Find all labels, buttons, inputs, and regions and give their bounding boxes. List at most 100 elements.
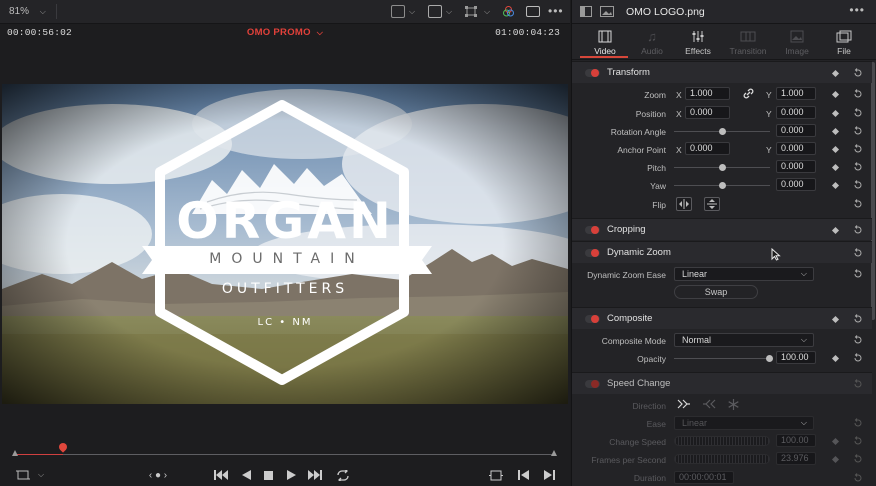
chevron-down-icon[interactable]: ⌵ <box>484 5 490 19</box>
color-wheel-icon[interactable] <box>502 5 515 18</box>
rotation-angle-field[interactable]: 0.000 <box>776 124 816 137</box>
yaw-slider-knob[interactable] <box>719 182 726 189</box>
more-options-icon[interactable]: ••• <box>849 3 865 17</box>
more-options-icon[interactable]: ••• <box>548 4 564 18</box>
duration-field[interactable]: 00:00:00:01 <box>674 471 734 484</box>
zoom-level-dropdown[interactable]: 81% ⌵ <box>9 5 46 19</box>
opacity-slider-knob[interactable] <box>766 355 773 362</box>
keyframe-diamond-icon[interactable] <box>831 163 840 172</box>
scrubber-track[interactable] <box>14 454 554 455</box>
reset-icon[interactable] <box>853 126 863 136</box>
freeze-frame-icon[interactable] <box>728 399 739 412</box>
rotation-slider-knob[interactable] <box>719 128 726 135</box>
fullscreen-icon[interactable] <box>526 6 540 17</box>
pitch-slider-knob[interactable] <box>719 164 726 171</box>
monitor-output-icon[interactable] <box>428 5 442 18</box>
reset-icon[interactable] <box>853 269 863 279</box>
jog-control[interactable]: ‹ ● › <box>140 467 176 483</box>
tab-effects[interactable]: Effects <box>673 27 723 59</box>
keyframe-diamond-icon[interactable] <box>831 455 840 464</box>
reset-icon[interactable] <box>853 108 863 118</box>
speed-change-section-header[interactable]: Speed Change <box>572 372 872 394</box>
anchor-y-field[interactable]: 0.000 <box>776 142 816 155</box>
timeline-name-dropdown[interactable]: OMO PROMO ⌵ <box>0 27 570 38</box>
speed-ease-dropdown[interactable]: Linear ⌵ <box>674 416 814 430</box>
match-frame-icon[interactable] <box>487 467 505 483</box>
yaw-field[interactable]: 0.000 <box>776 178 816 191</box>
tab-video[interactable]: Video <box>580 27 630 59</box>
transform-section-header[interactable]: Transform <box>572 61 872 83</box>
chevron-down-icon[interactable]: ⌵ <box>36 467 46 483</box>
flip-vertical-button[interactable] <box>704 197 720 211</box>
cropping-section-header[interactable]: Cropping <box>572 218 872 240</box>
play-icon[interactable] <box>283 467 299 483</box>
link-icon[interactable] <box>743 88 754 101</box>
composite-mode-dropdown[interactable]: Normal ⌵ <box>674 333 814 347</box>
change-speed-dial[interactable] <box>674 436 770 446</box>
inspector-scrollbar[interactable] <box>871 62 875 320</box>
keyframe-diamond-icon[interactable] <box>831 69 840 78</box>
playhead-marker[interactable] <box>56 441 69 453</box>
composite-section-header[interactable]: Composite <box>572 307 872 329</box>
keyframe-diamond-icon[interactable] <box>831 181 840 190</box>
chevron-down-icon[interactable]: ⌵ <box>409 5 415 19</box>
speed-change-enable-toggle[interactable] <box>585 380 600 388</box>
reset-icon[interactable] <box>853 314 863 324</box>
reset-icon[interactable] <box>853 180 863 190</box>
skip-to-end-icon[interactable] <box>306 467 324 483</box>
reset-icon[interactable] <box>853 418 863 428</box>
frames-per-second-field[interactable]: 23.976 <box>776 452 816 465</box>
keyframe-diamond-icon[interactable] <box>831 127 840 136</box>
out-point-marker[interactable] <box>551 450 557 456</box>
transform-overlay-icon[interactable] <box>464 5 478 18</box>
reset-icon[interactable] <box>853 225 863 235</box>
swap-button[interactable]: Swap <box>674 285 758 299</box>
reset-icon[interactable] <box>853 68 863 78</box>
stop-icon[interactable] <box>260 467 276 483</box>
change-speed-field[interactable]: 100.00 <box>776 434 816 447</box>
position-x-field[interactable]: 0.000 <box>685 106 730 119</box>
reset-icon[interactable] <box>853 162 863 172</box>
tab-image[interactable]: Image <box>772 27 822 59</box>
zoom-y-field[interactable]: 1.000 <box>776 87 816 100</box>
position-y-field[interactable]: 0.000 <box>776 106 816 119</box>
reset-icon[interactable] <box>853 199 863 209</box>
reverse-direction-icon[interactable] <box>702 399 716 411</box>
safe-area-icon[interactable] <box>14 467 32 483</box>
toggle-panel-icon[interactable] <box>580 6 592 19</box>
reset-icon[interactable] <box>853 436 863 446</box>
reset-icon[interactable] <box>853 353 863 363</box>
dynamic-zoom-enable-toggle[interactable] <box>585 249 600 257</box>
chevron-down-icon[interactable]: ⌵ <box>446 5 452 19</box>
keyframe-diamond-icon[interactable] <box>831 145 840 154</box>
loop-icon[interactable] <box>334 467 352 483</box>
reset-icon[interactable] <box>853 248 863 258</box>
keyframe-diamond-icon[interactable] <box>831 437 840 446</box>
reset-icon[interactable] <box>853 379 863 389</box>
opacity-slider[interactable] <box>674 358 770 359</box>
dynamic-zoom-section-header[interactable]: Dynamic Zoom <box>572 241 872 263</box>
reset-icon[interactable] <box>853 335 863 345</box>
keyframe-diamond-icon[interactable] <box>831 90 840 99</box>
anchor-x-field[interactable]: 0.000 <box>685 142 730 155</box>
video-frame[interactable]: ORGAN MOUNTAIN OUTFITTERS LC • NM <box>2 84 568 404</box>
reset-icon[interactable] <box>853 454 863 464</box>
keyframe-diamond-icon[interactable] <box>831 109 840 118</box>
play-reverse-icon[interactable] <box>238 467 254 483</box>
reset-icon[interactable] <box>853 144 863 154</box>
keyframe-diamond-icon[interactable] <box>831 354 840 363</box>
opacity-field[interactable]: 100.00 <box>776 351 816 364</box>
next-frame-icon[interactable] <box>541 467 559 483</box>
forward-direction-icon[interactable] <box>677 399 691 411</box>
pitch-field[interactable]: 0.000 <box>776 160 816 173</box>
tab-transition[interactable]: Transition <box>723 27 773 59</box>
skip-to-start-icon[interactable] <box>212 467 230 483</box>
scrubber-bar[interactable] <box>0 440 570 460</box>
keyframe-diamond-icon[interactable] <box>831 315 840 324</box>
previous-frame-icon[interactable] <box>514 467 532 483</box>
flip-horizontal-button[interactable] <box>676 197 692 211</box>
reset-icon[interactable] <box>853 473 863 483</box>
in-point-marker[interactable] <box>12 450 18 456</box>
composite-enable-toggle[interactable] <box>585 315 600 323</box>
tab-file[interactable]: File <box>819 27 869 59</box>
